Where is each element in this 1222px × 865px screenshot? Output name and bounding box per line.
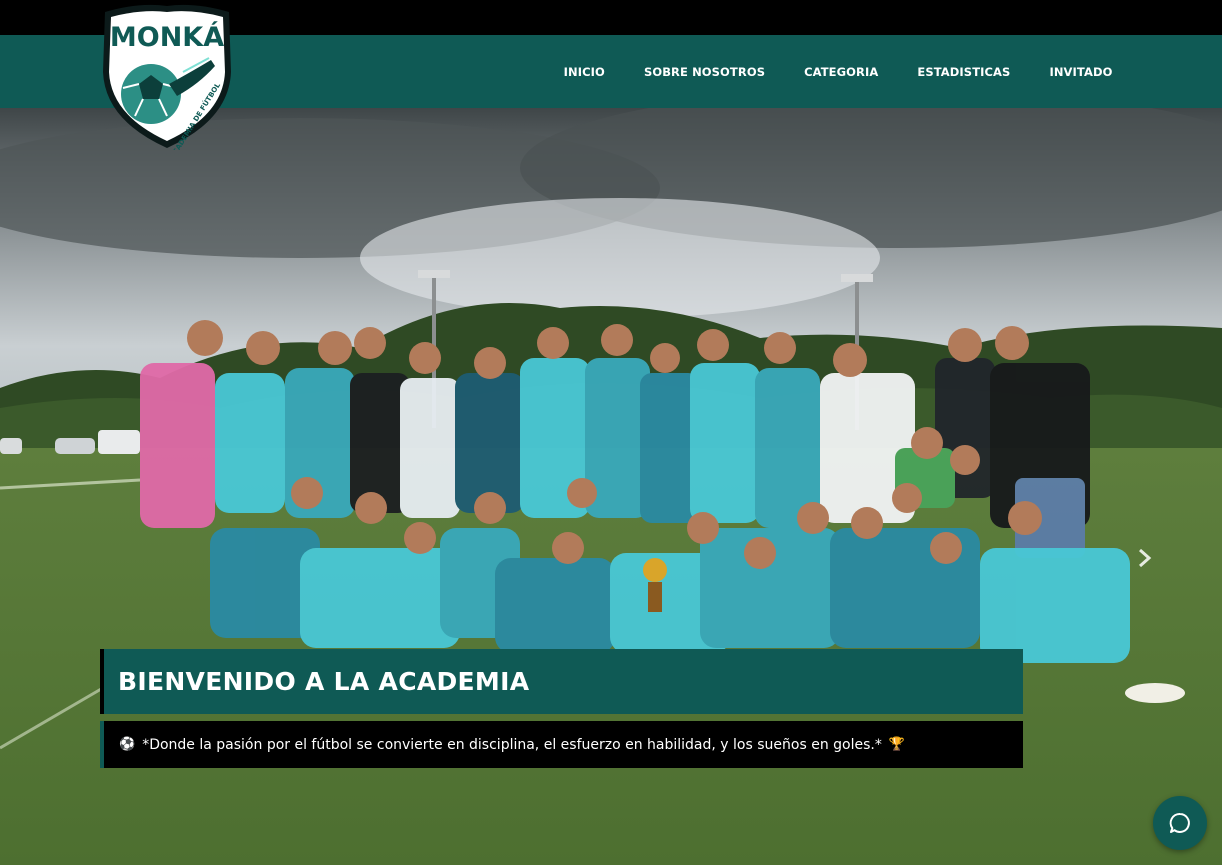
chat-button[interactable]: [1153, 796, 1207, 850]
trophy-icon: 🏆: [888, 737, 906, 752]
hero-tagline-box: ⚽ *Donde la pasión por el fútbol se conv…: [100, 721, 1023, 768]
logo-name: MONKÁ: [110, 21, 224, 53]
logo-shield-icon: MONKÁ ACADEMIA DE FÚTBOL: [103, 4, 231, 160]
nav-estadisticas[interactable]: ESTADISTICAS: [898, 65, 1030, 79]
chevron-right-icon[interactable]: [1137, 548, 1153, 568]
nav-sobre-nosotros[interactable]: SOBRE NOSOTROS: [624, 65, 784, 79]
nav-invitado[interactable]: INVITADO: [1030, 65, 1132, 79]
main-nav: INICIO SOBRE NOSOTROS CATEGORIA ESTADIST…: [544, 35, 1132, 108]
academy-logo[interactable]: MONKÁ ACADEMIA DE FÚTBOL: [99, 2, 235, 160]
chat-bubble-icon: [1169, 812, 1190, 833]
nav-inicio[interactable]: INICIO: [544, 65, 624, 79]
hero-title: BIENVENIDO A LA ACADEMIA: [100, 649, 1023, 714]
soccer-ball-icon: ⚽: [119, 737, 136, 752]
hero-tagline: *Donde la pasión por el fútbol se convie…: [142, 736, 882, 753]
nav-categoria[interactable]: CATEGORIA: [785, 65, 898, 79]
